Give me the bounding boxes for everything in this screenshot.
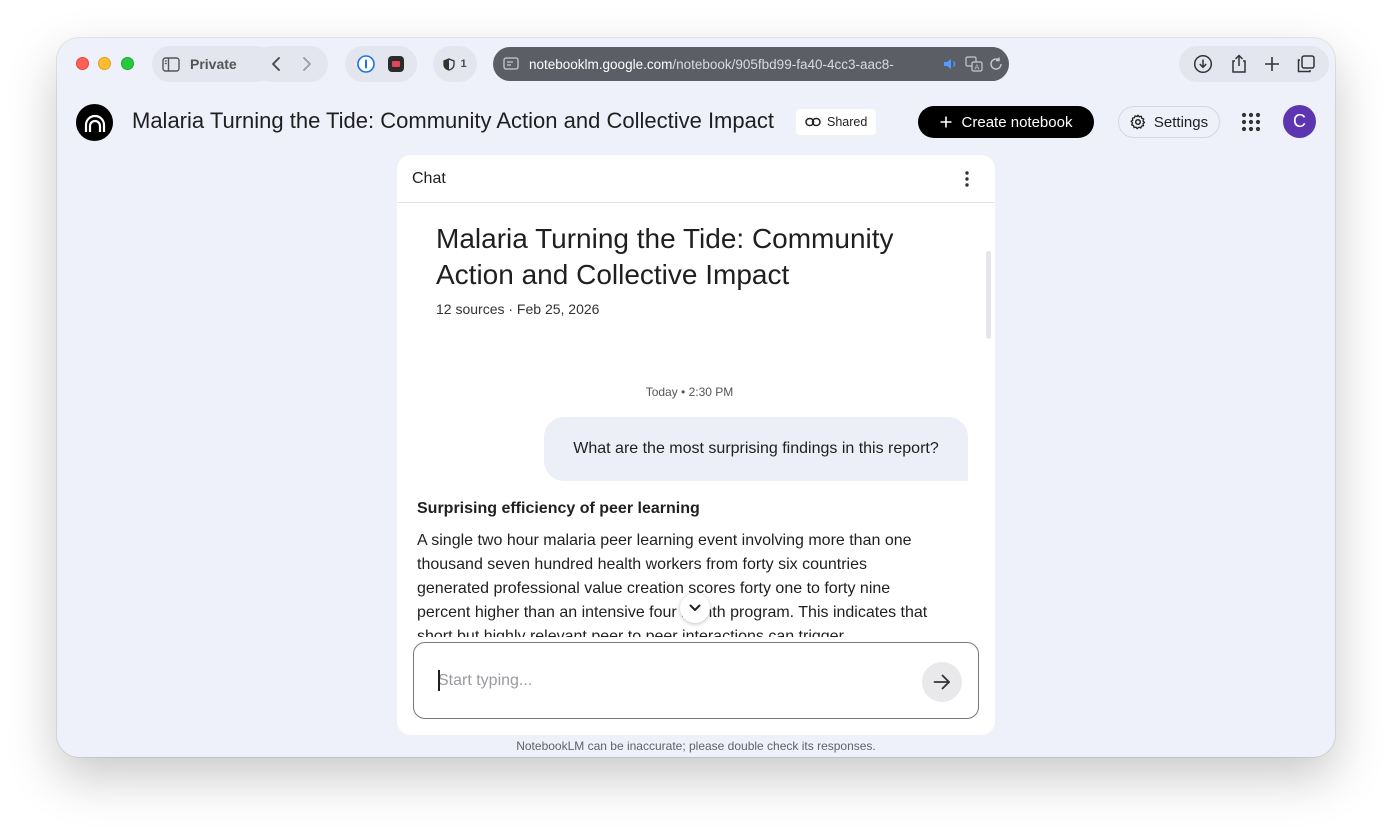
private-label: Private [190,56,237,72]
extensions-group [345,46,417,82]
minimize-window-button[interactable] [98,57,111,70]
tab-overview-icon[interactable] [1297,55,1315,73]
shield-icon [443,57,456,71]
message-timestamp: Today • 2:30 PM [645,385,734,399]
close-window-button[interactable] [76,57,89,70]
apps-grid-icon[interactable] [1240,111,1262,133]
forward-icon[interactable] [301,56,313,72]
chat-scrollbar[interactable] [986,251,991,339]
response-body: A single two hour malaria peer learning … [417,532,928,645]
password-manager-icon[interactable] [357,55,375,73]
translate-icon[interactable]: A [965,56,983,72]
privacy-shield-button[interactable]: 1 [433,46,477,82]
url-host: notebooklm.google.com [529,56,673,72]
url-path: /notebook/905fbd99-fa40-4cc3-aac8- [672,56,894,72]
navigation-buttons [254,46,328,82]
chevron-down-icon [689,604,701,612]
settings-label: Settings [1153,113,1209,131]
back-icon[interactable] [270,56,282,72]
avatar[interactable]: C [1283,105,1316,138]
chat-panel-title: Chat [412,169,446,187]
address-bar[interactable]: notebooklm.google.com/notebook/905fbd99-… [493,47,1009,81]
conversation-title: Malaria Turning the Tide: Community Acti… [436,223,894,290]
create-notebook-button[interactable]: Create notebook [918,106,1094,138]
gear-icon [1130,114,1146,130]
more-options-icon[interactable] [959,170,975,188]
browser-window: Private 1 notebooklm.google.com /noteboo… [57,38,1335,757]
notebooklm-logo[interactable] [76,104,113,141]
page-menu-icon[interactable] [503,56,519,72]
shield-count: 1 [460,58,467,70]
settings-button[interactable]: Settings [1118,106,1220,138]
toolbar-actions [1179,46,1329,82]
chat-panel: Chat Malaria Turning the Tide: Community… [397,155,995,735]
chat-header: Chat [397,155,995,203]
conversation-meta: 12 sources · Feb 25, 2026 [436,301,600,317]
share-icon[interactable] [1230,54,1248,74]
chat-input-box[interactable] [413,642,979,719]
create-notebook-label: Create notebook [961,113,1073,131]
notebook-title[interactable]: Malaria Turning the Tide: Community Acti… [132,108,774,134]
user-message-text: What are the most surprising findings in… [573,440,939,457]
audio-playing-icon[interactable] [943,57,959,71]
new-tab-icon[interactable] [1264,56,1280,72]
svg-text:A: A [975,64,980,72]
response-heading: Surprising efficiency of peer learning [417,500,700,517]
downloads-icon[interactable] [1193,54,1213,74]
plus-icon [940,116,952,128]
arrow-right-icon [933,674,951,690]
browser-toolbar: Private 1 notebooklm.google.com /noteboo… [57,38,1335,90]
shared-chip[interactable]: Shared [796,109,877,135]
text-caret [438,670,440,691]
sidebar-icon [162,56,180,72]
address-bar-actions: A [937,47,1003,81]
chat-input-area [397,637,995,735]
zoom-window-button[interactable] [121,57,134,70]
scroll-to-bottom-button[interactable] [680,593,710,623]
reload-icon[interactable] [989,57,1003,71]
send-button[interactable] [922,662,962,702]
chat-input[interactable] [438,669,908,693]
link-icon [805,117,821,127]
user-message: What are the most surprising findings in… [544,417,968,481]
extension-icon[interactable] [387,55,405,73]
disclaimer-text: NotebookLM can be inaccurate; please dou… [516,739,876,753]
shared-label: Shared [827,115,868,129]
